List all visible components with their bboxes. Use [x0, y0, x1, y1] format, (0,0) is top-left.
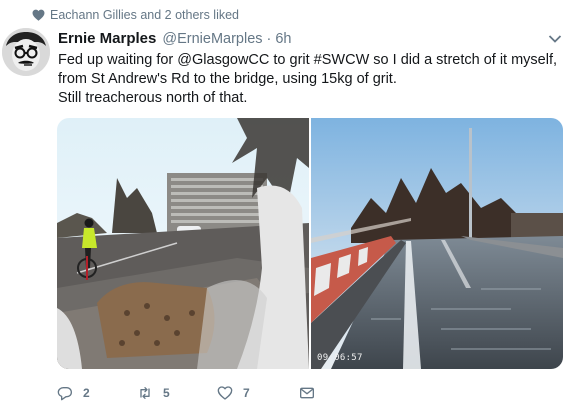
envelope-icon — [300, 387, 314, 399]
tweet-time[interactable]: 6h — [275, 31, 291, 47]
social-context: Eachann Gillies and 2 others liked — [32, 8, 239, 22]
retweet-button[interactable]: 5 — [137, 385, 170, 401]
user-handle[interactable]: @ErnieMarples — [162, 31, 262, 47]
avatar[interactable] — [2, 28, 50, 76]
retweet-count: 5 — [163, 386, 170, 400]
direct-message-button[interactable] — [299, 385, 315, 401]
tweet-text-line: from St Andrew's Rd to the bridge, using… — [58, 71, 397, 87]
tweet-media[interactable]: 09:06:57 — [57, 118, 563, 369]
tweet-text: Fed up waiting for @GlasgowCC to grit #S… — [58, 51, 563, 108]
heart-icon — [32, 9, 45, 21]
photo-cyclist-road[interactable] — [57, 118, 309, 369]
video-timestamp: 09:06:57 — [317, 353, 363, 363]
tweet-actions: 2 5 7 — [57, 384, 357, 402]
display-name[interactable]: Ernie Marples — [58, 30, 156, 47]
reply-count: 2 — [83, 386, 90, 400]
social-context-text[interactable]: Eachann Gillies and 2 others liked — [50, 8, 239, 22]
tweet-text-line: Fed up waiting for @GlasgowCC to grit #S… — [58, 52, 558, 68]
tweet-header: Ernie Marples @ErnieMarples · 6h — [58, 30, 292, 47]
like-count: 7 — [243, 386, 250, 400]
chevron-down-icon[interactable] — [548, 34, 562, 44]
like-button[interactable]: 7 — [217, 385, 250, 401]
separator-dot: · — [266, 31, 272, 47]
reply-icon — [57, 387, 72, 401]
heart-icon — [217, 386, 233, 400]
reply-button[interactable]: 2 — [57, 385, 90, 401]
photo-icy-road[interactable]: 09:06:57 — [311, 118, 563, 369]
retweet-icon — [140, 387, 150, 399]
tweet-text-line: Still treacherous north of that. — [58, 90, 248, 106]
